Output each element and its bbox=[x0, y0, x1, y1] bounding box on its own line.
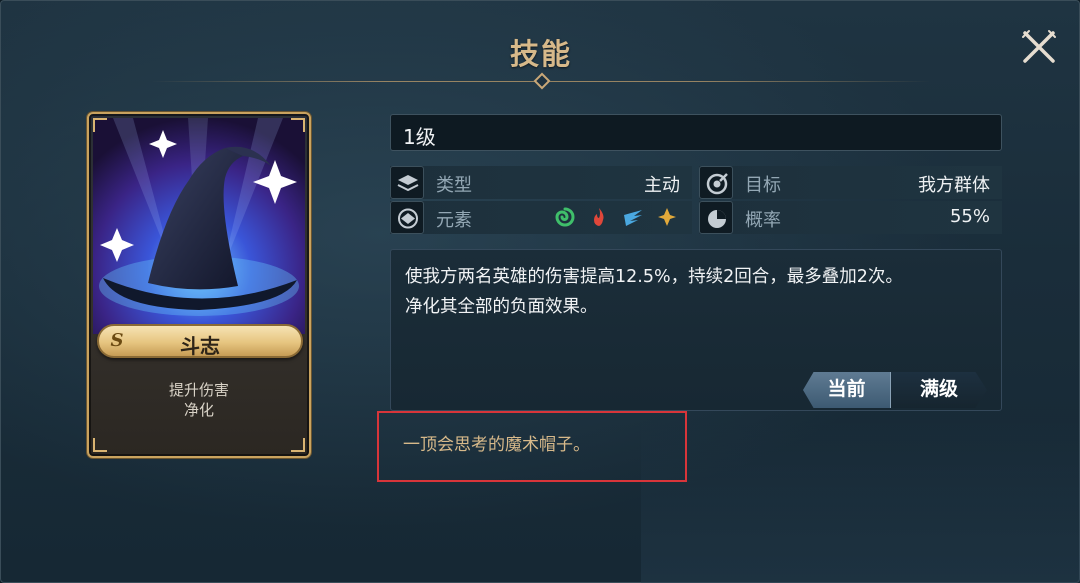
page-title: 技能 bbox=[509, 37, 572, 71]
tab-current-level[interactable]: 当前 bbox=[803, 372, 891, 408]
title-ornament-icon bbox=[533, 72, 551, 90]
layers-icon bbox=[390, 166, 424, 199]
flavor-text: 一顶会思考的魔术帽子。 bbox=[403, 435, 590, 455]
wind-icon bbox=[554, 206, 576, 228]
card-corner-ornament bbox=[93, 118, 107, 132]
fire-icon bbox=[588, 206, 610, 228]
card-corner-ornament bbox=[93, 438, 107, 452]
type-value: 主动 bbox=[644, 175, 680, 196]
close-icon bbox=[1022, 30, 1056, 63]
target-value: 我方群体 bbox=[918, 175, 990, 196]
light-icon bbox=[656, 206, 678, 228]
element-label: 元素 bbox=[436, 210, 472, 231]
info-row-element: 元素 bbox=[390, 201, 692, 234]
description-line: 使我方两名英雄的伤害提高12.5%，持续2回合，最多叠加2次。 bbox=[405, 267, 903, 287]
target-label: 目标 bbox=[745, 175, 781, 196]
skill-name-plate: S 斗志 bbox=[97, 324, 303, 358]
description-line: 净化其全部的负面效果。 bbox=[405, 297, 598, 317]
element-emblem-icon bbox=[390, 201, 424, 234]
card-corner-ornament bbox=[291, 118, 305, 132]
tab-max-level[interactable]: 满级 bbox=[891, 372, 987, 408]
water-icon bbox=[622, 206, 644, 228]
skill-level: 1级 bbox=[403, 125, 436, 149]
element-icons bbox=[554, 206, 678, 228]
skill-tag: 净化 bbox=[183, 401, 214, 419]
skill-level-bar: 1级 bbox=[390, 114, 1002, 151]
skill-card: S 斗志 提升伤害 净化 bbox=[87, 112, 311, 458]
info-row-type: 类型 主动 bbox=[390, 166, 692, 199]
info-row-chance: 概率 55% bbox=[699, 201, 1002, 234]
skill-description: 使我方两名英雄的伤害提高12.5%，持续2回合，最多叠加2次。 净化其全部的负面… bbox=[405, 262, 995, 322]
chance-label: 概率 bbox=[745, 210, 781, 231]
close-button[interactable] bbox=[1019, 27, 1059, 67]
skill-panel: 技能 S 斗志 提升伤害 净化 1级 类型 主动 目标 我方群体 元素 概率 5… bbox=[0, 0, 1080, 583]
card-corner-ornament bbox=[291, 438, 305, 452]
flavor-text-box: 一顶会思考的魔术帽子。 bbox=[377, 411, 687, 482]
target-icon bbox=[699, 166, 733, 199]
skill-tags: 提升伤害 净化 bbox=[89, 380, 309, 420]
wizard-hat-icon bbox=[93, 118, 305, 334]
chance-value: 55% bbox=[949, 206, 990, 227]
info-row-target: 目标 我方群体 bbox=[699, 166, 1002, 199]
type-label: 类型 bbox=[436, 175, 472, 196]
pie-chart-icon bbox=[699, 201, 733, 234]
skill-tag: 提升伤害 bbox=[168, 381, 229, 399]
skill-name: 斗志 bbox=[180, 334, 220, 358]
